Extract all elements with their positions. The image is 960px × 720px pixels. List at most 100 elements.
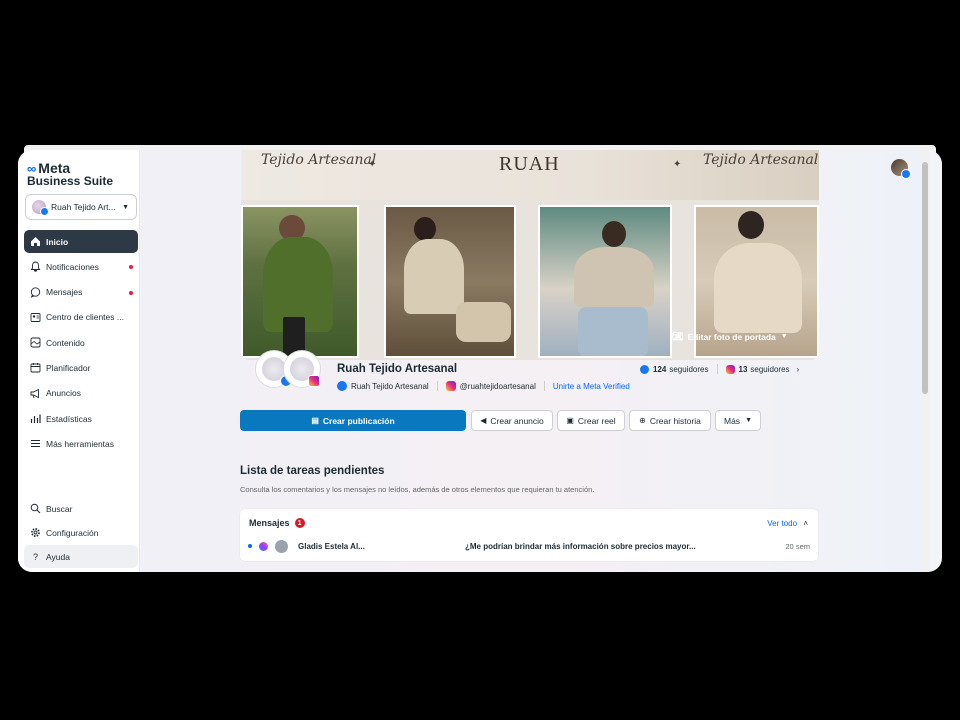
cover-banner: Tejido Artesanal ✦ RUAH ✦ Tejido Artesan… — [241, 150, 819, 200]
photo-figure — [738, 211, 764, 239]
tasks-heading: Lista de tareas pendientes — [240, 465, 385, 477]
nav-item-centro-clientes[interactable]: Centro de clientes ... — [24, 306, 138, 329]
nav-label: Contenido — [46, 337, 85, 348]
scrollbar[interactable] — [921, 150, 929, 572]
nav-item-anuncios[interactable]: Anuncios — [24, 382, 138, 405]
nav-label: Más herramientas — [46, 438, 115, 449]
gear-icon — [30, 527, 41, 538]
message-icon — [30, 286, 41, 298]
cover-script-left: Tejido Artesanal — [261, 152, 377, 168]
nav-item-mensajes[interactable]: Mensajes — [24, 281, 138, 304]
photo-figure — [578, 307, 648, 356]
message-time: 20 sem — [785, 541, 810, 551]
nav-item-ayuda[interactable]: ? Ayuda — [24, 545, 138, 568]
calendar-icon — [30, 362, 41, 373]
edit-cover-photo-button[interactable]: 📷︎ Editar foto de portada ▼ — [672, 331, 788, 342]
caret-down-icon: ▼ — [122, 203, 129, 211]
message-row[interactable]: Gladis Estela Al... ¿Me podrían brindar … — [248, 539, 810, 553]
instagram-handle[interactable]: @ruahtejidoartesanal — [460, 382, 536, 391]
cover-photo: Tejido Artesanal ✦ RUAH ✦ Tejido Artesan… — [241, 150, 819, 360]
nav-item-notificaciones[interactable]: Notificaciones — [24, 255, 138, 278]
divider — [716, 364, 718, 374]
nav-item-mas-herramientas[interactable]: Más herramientas — [24, 432, 138, 455]
photo-figure — [714, 243, 802, 333]
tasks-description: Consulta los comentarios y los mensajes … — [240, 485, 595, 494]
cover-logo-text: RUAH — [499, 153, 560, 175]
nav-item-inicio[interactable]: Inicio — [24, 230, 138, 253]
camera-icon: 📷︎ — [672, 331, 684, 341]
reel-icon: ▣ — [566, 416, 574, 425]
meta-business-suite-logo[interactable]: ∞ Meta Business Suite — [27, 160, 137, 188]
instagram-badge-icon — [308, 375, 320, 387]
followers-summary[interactable]: 124 seguidores 13 seguidores › — [640, 364, 799, 374]
photo-figure — [456, 302, 511, 342]
meta-verified-link[interactable]: Unirte a Meta Verified — [553, 382, 630, 391]
button-label: Crear anuncio — [490, 415, 544, 426]
messenger-icon — [259, 541, 268, 551]
instagram-follower-count: 13 — [738, 364, 748, 374]
page-title: Ruah Tejido Artesanal — [337, 363, 458, 375]
megaphone-icon — [30, 388, 41, 399]
facebook-follower-count: 124 — [653, 364, 667, 374]
cover-photo-green-poncho — [241, 205, 359, 358]
see-all-label: Ver todo — [767, 519, 798, 528]
nav-item-estadisticas[interactable]: Estadísticas — [24, 407, 138, 430]
create-story-button[interactable]: ⊕ Crear historia — [629, 410, 711, 431]
nav-item-configuracion[interactable]: Configuración — [24, 521, 138, 544]
nav-item-planificador[interactable]: Planificador — [24, 356, 138, 379]
edit-cover-label: Editar foto de portada — [687, 331, 776, 342]
nav-item-buscar[interactable]: Buscar — [24, 497, 138, 520]
instagram-icon — [725, 364, 735, 374]
create-post-button[interactable]: ▤ Crear publicación — [240, 410, 466, 431]
user-profile-avatar[interactable] — [891, 159, 911, 179]
create-reel-button[interactable]: ▣ Crear reel — [557, 410, 625, 431]
nav-label: Mensajes — [46, 287, 83, 298]
facebook-icon — [337, 381, 347, 391]
nav-label: Ayuda — [46, 551, 70, 562]
more-button[interactable]: Más ▼ — [715, 410, 761, 431]
bell-icon — [30, 261, 41, 273]
compose-icon: ▤ — [311, 416, 319, 425]
scrollbar-thumb[interactable] — [922, 162, 928, 394]
nav-label: Anuncios — [46, 388, 81, 399]
search-icon — [30, 503, 41, 514]
nav-label: Planificador — [46, 362, 91, 373]
unread-count-badge: 1 — [294, 518, 305, 528]
sender-avatar — [275, 539, 288, 553]
nav-label: Inicio — [46, 236, 69, 247]
megaphone-icon: ◀ — [480, 416, 487, 425]
message-preview: ¿Me podrían brindar más información sobr… — [465, 541, 696, 551]
see-all-link[interactable]: Ver todo ˄ — [767, 519, 808, 528]
sparkle-icon: ✦ — [673, 159, 682, 170]
button-label: Crear publicación — [322, 415, 395, 426]
nav-label: Configuración — [46, 527, 99, 538]
account-switcher[interactable]: Ruah Tejido Art... ▼ — [25, 194, 137, 220]
menu-icon — [30, 438, 41, 449]
contacts-icon — [30, 312, 41, 323]
account-name: Ruah Tejido Art... — [51, 202, 116, 212]
nav-label: Centro de clientes ... — [46, 312, 124, 323]
photo-figure — [414, 217, 436, 241]
content-icon — [30, 337, 41, 348]
instagram-icon — [445, 381, 456, 391]
facebook-handle[interactable]: Ruah Tejido Artesanal — [351, 382, 429, 391]
home-icon — [30, 236, 41, 247]
notification-dot — [129, 290, 133, 295]
create-ad-button[interactable]: ◀ Crear anuncio — [471, 410, 553, 431]
page-handles: Ruah Tejido Artesanal @ruahtejidoartesan… — [337, 381, 630, 391]
brand-product: Business Suite — [27, 174, 114, 188]
chevron-right-icon: › — [796, 364, 800, 374]
account-avatar — [32, 200, 49, 216]
message-sender: Gladis Estela Al... — [298, 541, 365, 551]
photo-figure — [574, 247, 654, 307]
browser-viewport: ∞ Meta Business Suite Ruah Tejido Art... … — [18, 150, 942, 572]
instagram-profile-picture[interactable] — [284, 351, 320, 387]
facebook-icon — [640, 364, 649, 374]
photo-figure — [404, 239, 464, 314]
cover-script-right: Tejido Artesanal — [703, 152, 819, 168]
main-content: Tejido Artesanal ✦ RUAH ✦ Tejido Artesan… — [141, 150, 921, 572]
nav-label: Buscar — [46, 503, 73, 514]
photo-figure — [602, 221, 626, 247]
followers-label: seguidores — [669, 364, 709, 374]
nav-item-contenido[interactable]: Contenido — [24, 331, 138, 354]
